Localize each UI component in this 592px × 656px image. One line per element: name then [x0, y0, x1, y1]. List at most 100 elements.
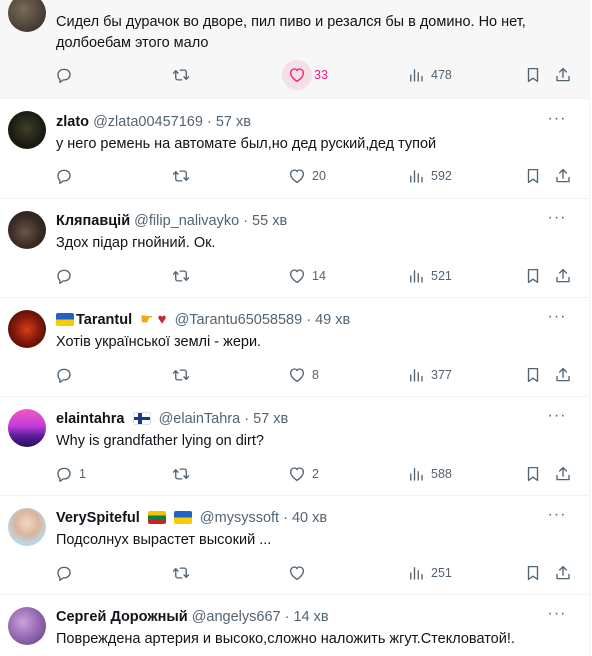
author-handle[interactable]: @Tarantu65058589 [175, 312, 303, 328]
retweet-icon [172, 366, 190, 384]
more-icon[interactable]: ··· [546, 111, 568, 133]
retweet-button[interactable] [172, 460, 196, 488]
author-handle[interactable]: @angelys667 [192, 609, 281, 625]
tweet-time[interactable]: · 49 хв [306, 312, 350, 328]
author-name[interactable]: zlato [56, 114, 89, 130]
finland-flag-icon [132, 412, 151, 425]
tweet-item[interactable]: Сергей Дорожный @angelys667 · 14 хв ··· … [0, 595, 589, 656]
views-icon [407, 167, 425, 185]
tweet-text: Подсолнух вырастет высокий ... [56, 532, 272, 548]
more-icon[interactable]: ··· [546, 408, 568, 430]
more-icon[interactable]: ··· [546, 0, 568, 10]
tweet-item[interactable]: Кляпавцій @filip_nalivayko · 55 хв ··· З… [0, 199, 589, 298]
tweet-header: VerySpiteful @mysyssoft · 40 хв [56, 508, 327, 528]
tweet-time[interactable]: · 40 хв [283, 510, 327, 526]
more-icon[interactable]: ··· [546, 606, 568, 628]
avatar[interactable] [8, 508, 46, 546]
author-name[interactable]: VerySpiteful [56, 510, 140, 526]
views-button[interactable]: 588 [407, 460, 452, 488]
reply-button[interactable] [55, 262, 79, 290]
tweet-item[interactable]: zlato @zlata00457169 · 57 хв ··· у него … [0, 99, 589, 199]
retweet-icon [172, 66, 190, 84]
more-icon[interactable]: ··· [546, 309, 568, 331]
share-button[interactable] [554, 61, 572, 89]
share-button[interactable] [554, 262, 572, 290]
retweet-button[interactable] [172, 361, 196, 389]
like-button[interactable] [288, 559, 312, 587]
avatar[interactable] [8, 310, 46, 348]
share-button[interactable] [554, 162, 572, 190]
views-button[interactable]: 478 [407, 61, 452, 89]
views-icon [407, 66, 425, 84]
avatar[interactable] [8, 211, 46, 249]
bookmark-button[interactable] [524, 162, 542, 190]
bookmark-button[interactable] [524, 361, 542, 389]
share-button[interactable] [554, 460, 572, 488]
bookmark-button[interactable] [524, 460, 542, 488]
views-icon [407, 366, 425, 384]
action-bar: 1 2 588 [50, 460, 578, 488]
reply-button[interactable] [55, 162, 79, 190]
tweet-time[interactable]: · 14 хв [285, 609, 329, 625]
views-button[interactable]: 377 [407, 361, 452, 389]
author-name[interactable]: Tarantul [76, 312, 132, 328]
bookmark-button[interactable] [524, 61, 542, 89]
author-handle[interactable]: @elainTahra [159, 411, 241, 427]
more-icon[interactable]: ··· [546, 507, 568, 529]
tweet-header: Сергей Дорожный @angelys667 · 14 хв [56, 607, 329, 627]
tweet-time[interactable]: · 55 хв [243, 213, 287, 229]
views-button[interactable]: 521 [407, 262, 452, 290]
tweet-item[interactable]: elaintahra @elainTahra · 57 хв ··· Why i… [0, 397, 589, 496]
share-button[interactable] [554, 559, 572, 587]
tweet-time[interactable]: · 57 хв [207, 114, 251, 130]
tweet-item[interactable]: Tarantul ☛ ♥ @Tarantu65058589 · 49 хв ··… [0, 298, 589, 397]
tweet-header: elaintahra @elainTahra · 57 хв [56, 409, 288, 429]
share-icon [554, 366, 572, 384]
lithuania-flag-icon [147, 511, 166, 524]
like-button[interactable]: 2 [288, 460, 319, 488]
bookmark-icon [524, 465, 542, 483]
tweet-text: Why is grandfather lying on dirt? [56, 433, 264, 449]
author-handle[interactable]: @filip_nalivayko [134, 213, 239, 229]
tweet-text: Здох підар гнойний. Ок. [56, 235, 216, 251]
author-handle[interactable]: @mysyssoft [200, 510, 279, 526]
like-button[interactable]: 20 [288, 162, 326, 190]
retweet-button[interactable] [172, 262, 196, 290]
avatar[interactable] [8, 607, 46, 645]
like-button[interactable]: 14 [288, 262, 326, 290]
tweet-item[interactable]: VerySpiteful @mysyssoft · 40 хв ··· Подс… [0, 496, 589, 595]
reply-button[interactable] [55, 361, 79, 389]
avatar[interactable] [8, 409, 46, 447]
views-icon [407, 465, 425, 483]
retweet-button[interactable] [172, 162, 196, 190]
tweet-text: Хотів української землі - жери. [56, 334, 262, 350]
author-name[interactable]: Сергей Дорожный [56, 609, 188, 625]
reply-button[interactable]: 1 [55, 460, 86, 488]
avatar[interactable] [8, 0, 46, 32]
author-name[interactable]: elaintahra [56, 411, 125, 427]
more-icon[interactable]: ··· [546, 210, 568, 232]
action-bar: 33 478 [50, 60, 578, 90]
share-button[interactable] [554, 361, 572, 389]
bookmark-button[interactable] [524, 262, 542, 290]
views-button[interactable]: 592 [407, 162, 452, 190]
tweet-item[interactable]: ··· Сидел бы дурачок во дворе, пил пиво … [0, 0, 589, 99]
views-button[interactable]: 251 [407, 559, 452, 587]
reply-icon [55, 167, 73, 185]
avatar[interactable] [8, 111, 46, 149]
retweet-button[interactable] [172, 61, 196, 89]
reply-button[interactable] [55, 559, 79, 587]
bookmark-button[interactable] [524, 559, 542, 587]
bookmark-icon [524, 167, 542, 185]
tweet-text: у него ремень на автомате был,но дед рус… [56, 136, 437, 152]
retweet-icon [172, 167, 190, 185]
like-button[interactable]: 8 [288, 361, 319, 389]
ukraine-flag-icon [56, 313, 74, 326]
author-handle[interactable]: @zlata00457169 [93, 114, 203, 130]
like-button[interactable]: 33 [282, 60, 328, 90]
retweet-button[interactable] [172, 559, 196, 587]
like-icon [282, 60, 312, 90]
tweet-time[interactable]: · 57 хв [244, 411, 288, 427]
reply-button[interactable] [55, 61, 79, 89]
author-name[interactable]: Кляпавцій [56, 213, 130, 229]
